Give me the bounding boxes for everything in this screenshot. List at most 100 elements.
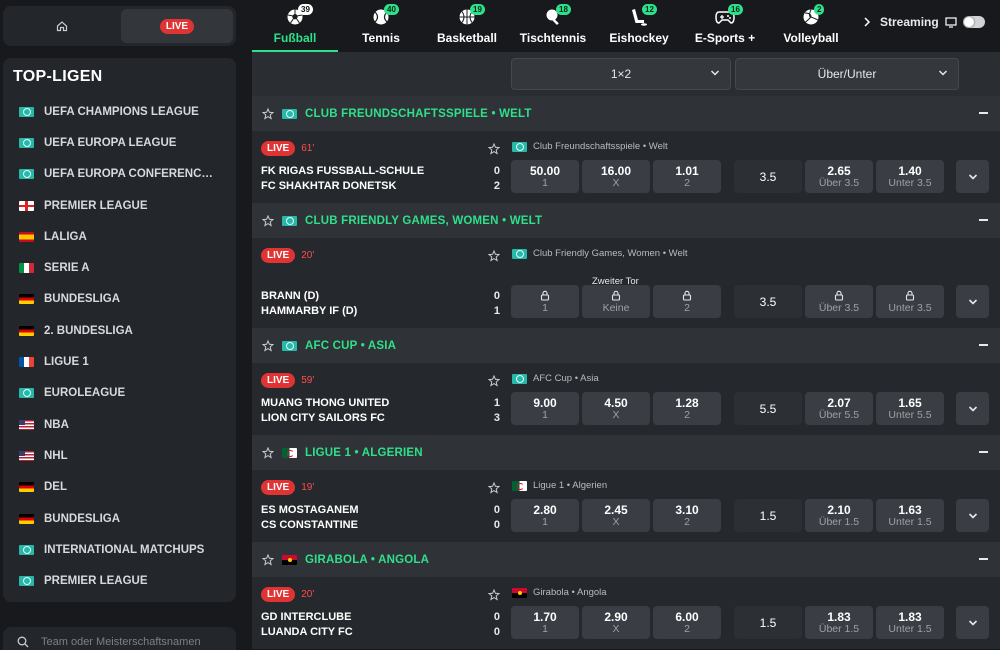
- league-item[interactable]: DEL: [11, 472, 228, 503]
- event-row: LIVE 59' MUANG THONG UNITED LION CITY SAILO…: [252, 363, 1000, 435]
- over-under-button[interactable]: 2.65 Über 3.5: [805, 160, 873, 193]
- league-item[interactable]: UEFA CHAMPIONS LEAGUE: [11, 96, 228, 127]
- event-teams[interactable]: FK RIGAS FUSSBALL-SCHULE FC SHAKHTAR DONE…: [261, 164, 424, 194]
- search-input[interactable]: [41, 636, 221, 648]
- favorite-league-button[interactable]: [262, 339, 274, 352]
- over-under-button[interactable]: Über 3.5: [805, 285, 873, 318]
- league-item[interactable]: LIGUE 1: [11, 346, 228, 377]
- over-under-button[interactable]: 1.63 Unter 1.5: [876, 499, 944, 532]
- more-markets-button[interactable]: [956, 285, 989, 318]
- league-item[interactable]: PREMIER LEAGUE: [11, 565, 228, 596]
- favorite-event-button[interactable]: [487, 142, 501, 160]
- odds-outcome: 2: [684, 301, 690, 314]
- over-under-button[interactable]: Unter 3.5: [876, 285, 944, 318]
- odds-button[interactable]: 2: [653, 285, 721, 318]
- market-select-1x2[interactable]: 1×2: [511, 58, 731, 90]
- favorite-event-button[interactable]: [487, 374, 501, 392]
- league-group-header[interactable]: LIGUE 1 • ALGERIEN: [252, 435, 1000, 470]
- search-box[interactable]: [3, 627, 236, 650]
- over-under-button[interactable]: 2.07 Über 5.5: [805, 392, 873, 425]
- more-markets-button[interactable]: [956, 606, 989, 639]
- over-under-button[interactable]: 1.83 Unter 1.5: [876, 606, 944, 639]
- favorite-league-button[interactable]: [262, 446, 274, 459]
- event-row: LIVE 19' ES MOSTAGANEM CS CONSTANTINE 0 0 Ligu…: [252, 470, 1000, 542]
- event-teams[interactable]: MUANG THONG UNITED LION CITY SAILORS FC: [261, 396, 389, 426]
- sports-scroll-right[interactable]: [854, 0, 880, 52]
- league-item[interactable]: NHL: [11, 440, 228, 471]
- event-teams[interactable]: GD INTERCLUBE LUANDA CITY FC: [261, 610, 353, 640]
- league-group-header[interactable]: CLUB FREUNDSCHAFTSSPIELE • WELT: [252, 96, 1000, 131]
- sport-tab-volleyball[interactable]: 2 Volleyball: [768, 0, 854, 52]
- lock-icon: [540, 290, 550, 301]
- league-item[interactable]: EUROLEAGUE: [11, 378, 228, 409]
- league-item[interactable]: SERIE A: [11, 252, 228, 283]
- odds-button[interactable]: 3.10 2: [653, 499, 721, 532]
- collapse-minus-icon[interactable]: [979, 219, 988, 221]
- odds-button[interactable]: Keine: [582, 285, 650, 318]
- over-under-button[interactable]: 1.65 Unter 5.5: [876, 392, 944, 425]
- event-teams[interactable]: ES MOSTAGANEM CS CONSTANTINE: [261, 503, 359, 533]
- league-group-header[interactable]: CLUB FRIENDLY GAMES, WOMEN • WELT: [252, 203, 1000, 238]
- league-item[interactable]: INTERNATIONAL MATCHUPS: [11, 534, 228, 565]
- home-score: 0: [493, 290, 500, 302]
- over-under-button[interactable]: 1.83 Über 1.5: [805, 606, 873, 639]
- league-item[interactable]: BUNDESLIGA: [11, 284, 228, 315]
- home-tab[interactable]: [6, 9, 118, 43]
- odds-button[interactable]: 2.80 1: [511, 499, 579, 532]
- league-group-header[interactable]: GIRABOLA • ANGOLA: [252, 542, 1000, 577]
- odds-button[interactable]: 50.00 1: [511, 160, 579, 193]
- live-tab[interactable]: LIVE: [121, 9, 233, 43]
- sport-tab-soccer-ball[interactable]: 39 Fußball: [252, 0, 338, 52]
- sport-tab-basketball[interactable]: 19 Basketball: [424, 0, 510, 52]
- odds-button[interactable]: 4.50 X: [582, 392, 650, 425]
- league-item[interactable]: LALIGA: [11, 221, 228, 252]
- event-league-info: Ligue 1 • Algerien: [512, 480, 607, 491]
- odds-button[interactable]: 9.00 1: [511, 392, 579, 425]
- over-under-button[interactable]: 2.10 Über 1.5: [805, 499, 873, 532]
- flag-globe-icon: [512, 373, 527, 384]
- streaming-toggle[interactable]: [962, 16, 985, 28]
- odds-button[interactable]: 1: [511, 285, 579, 318]
- over-under-button[interactable]: 1.40 Unter 3.5: [876, 160, 944, 193]
- odds-button[interactable]: 6.00 2: [653, 606, 721, 639]
- flag-globe-icon: [19, 106, 34, 117]
- flag-globe-icon: [19, 388, 34, 399]
- event-teams[interactable]: BRANN (D) HAMMARBY IF (D): [261, 289, 357, 319]
- collapse-minus-icon[interactable]: [979, 344, 988, 346]
- league-item[interactable]: 2. BUNDESLIGA: [11, 315, 228, 346]
- live-status: LIVE 19': [261, 480, 314, 495]
- league-item[interactable]: UEFA EUROPA LEAGUE: [11, 127, 228, 158]
- odds-button[interactable]: 1.70 1: [511, 606, 579, 639]
- more-markets-button[interactable]: [956, 499, 989, 532]
- star-icon: [262, 553, 274, 566]
- collapse-minus-icon[interactable]: [979, 451, 988, 453]
- favorite-league-button[interactable]: [262, 214, 274, 227]
- favorite-league-button[interactable]: [262, 553, 274, 566]
- more-markets-button[interactable]: [956, 392, 989, 425]
- favorite-league-button[interactable]: [262, 107, 274, 120]
- favorite-event-button[interactable]: [487, 588, 501, 606]
- favorite-event-button[interactable]: [487, 481, 501, 499]
- odds-button[interactable]: 1.28 2: [653, 392, 721, 425]
- market-select-over-under[interactable]: Über/Unter: [735, 58, 959, 90]
- league-item[interactable]: PREMIER LEAGUE: [11, 190, 228, 221]
- sport-tab-ice-hockey[interactable]: 12 Eishockey: [596, 0, 682, 52]
- odds-button[interactable]: 16.00 X: [582, 160, 650, 193]
- collapse-minus-icon[interactable]: [979, 558, 988, 560]
- favorite-event-button[interactable]: [487, 249, 501, 267]
- star-icon: [487, 588, 501, 601]
- streaming-toggle-area[interactable]: Streaming: [880, 0, 985, 52]
- more-markets-button[interactable]: [956, 160, 989, 193]
- league-group-header[interactable]: AFC CUP • ASIA: [252, 328, 1000, 363]
- sport-tab-tennis-ball[interactable]: 40 Tennis: [338, 0, 424, 52]
- collapse-minus-icon[interactable]: [979, 112, 988, 114]
- league-item[interactable]: UEFA EUROPA CONFERENCE L...: [11, 159, 228, 190]
- league-item[interactable]: NBA: [11, 409, 228, 440]
- odds-button[interactable]: 2.90 X: [582, 606, 650, 639]
- odds-button[interactable]: 2.45 X: [582, 499, 650, 532]
- odds-button[interactable]: 1.01 2: [653, 160, 721, 193]
- flag-globe-icon: [512, 141, 527, 152]
- sport-tab-gamepad[interactable]: 16 E-Sports +: [682, 0, 768, 52]
- league-item[interactable]: BUNDESLIGA: [11, 503, 228, 534]
- sport-tab-table-tennis[interactable]: 18 Tischtennis: [510, 0, 596, 52]
